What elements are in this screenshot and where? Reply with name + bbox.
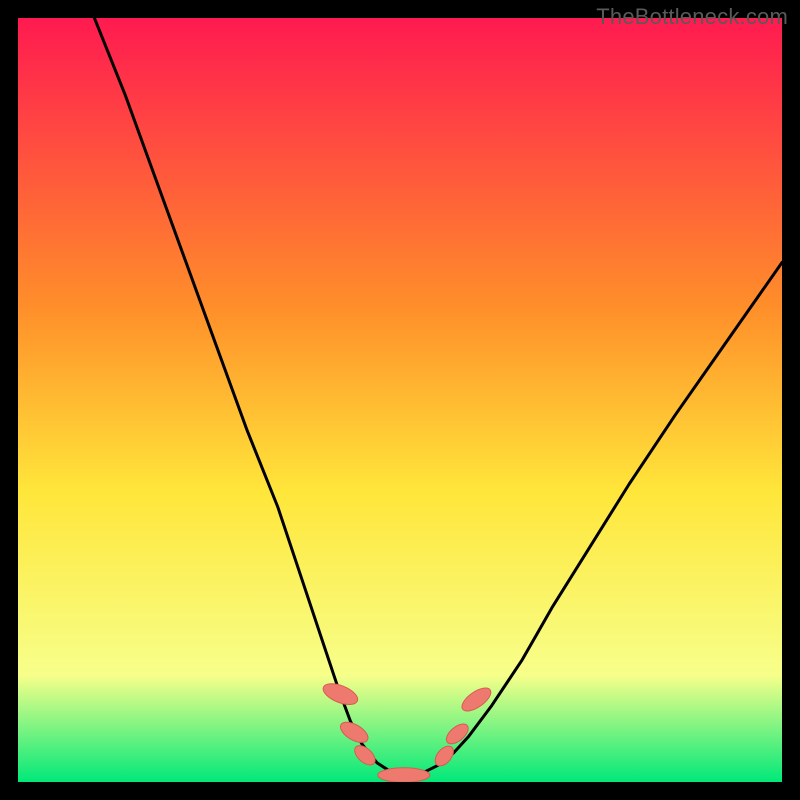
- bottleneck-chart: [18, 18, 782, 782]
- plot-area: [18, 18, 782, 782]
- sweet-spot-marker: [378, 768, 430, 782]
- gradient-background: [18, 18, 782, 782]
- chart-frame: TheBottleneck.com: [0, 0, 800, 800]
- watermark-label: TheBottleneck.com: [596, 4, 788, 30]
